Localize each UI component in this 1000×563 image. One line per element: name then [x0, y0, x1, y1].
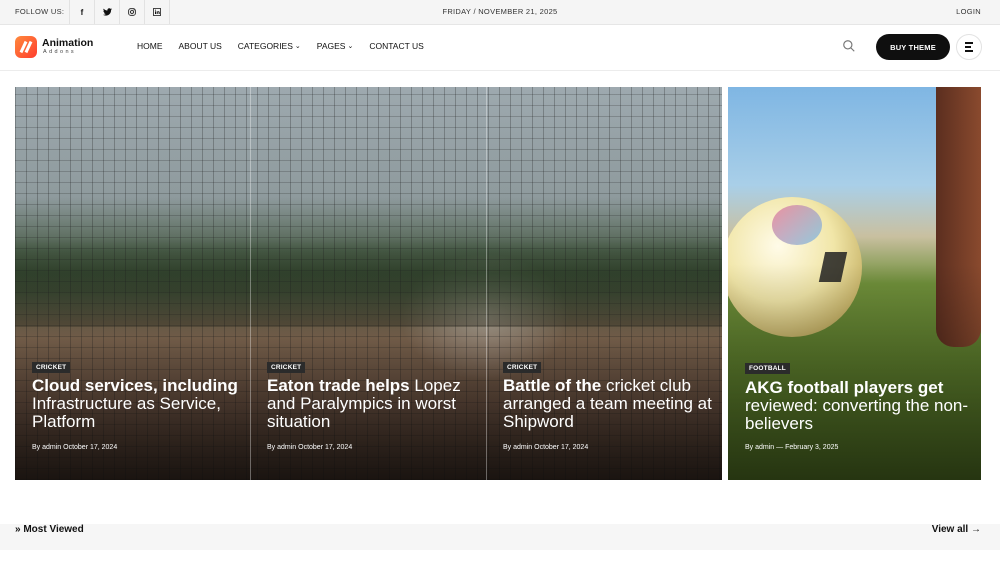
post-meta: By admin October 17, 2024 [32, 444, 118, 451]
nav-about-us[interactable]: ABOUT US [179, 41, 222, 51]
search-icon[interactable] [842, 39, 856, 53]
logo-subtitle: Addons [43, 49, 77, 55]
chevron-down-icon: ⌄ [294, 43, 301, 50]
post-title[interactable]: Cloud services, including Infrastructure… [32, 377, 242, 431]
nav-categories[interactable]: CATEGORIES ⌄ [238, 41, 301, 51]
view-all-link[interactable]: View all → [932, 524, 981, 535]
logo-icon[interactable] [15, 36, 37, 58]
nav-contact-us[interactable]: CONTACT US [369, 41, 423, 51]
nav-label: HOME [137, 41, 163, 51]
logo-title[interactable]: Animation [42, 37, 93, 49]
post-meta: By admin — February 3, 2025 [745, 444, 839, 451]
post-title[interactable]: AKG football players get reviewed: conve… [745, 379, 970, 433]
category-badge[interactable]: FOOTBALL [745, 363, 790, 374]
arrow-right-icon: → [971, 524, 981, 535]
post-title[interactable]: Battle of the cricket club arranged a te… [503, 377, 713, 431]
post-meta: By admin October 17, 2024 [267, 444, 353, 451]
hero-slider-main: CRICKET Cloud services, including Infras… [15, 87, 722, 480]
current-date: FRIDAY / NOVEMBER 21, 2025 [442, 7, 558, 16]
top-bar: FOLLOW US: f FRIDAY / NOVEMBER 21, 2025 … [0, 0, 1000, 25]
most-viewed-section: » Most Viewed View all → [0, 524, 1000, 550]
login-link[interactable]: LOGIN [956, 7, 981, 16]
post-card[interactable]: CRICKET Battle of the cricket club arran… [486, 87, 722, 480]
category-badge[interactable]: CRICKET [503, 362, 542, 373]
nav-home[interactable]: HOME [137, 41, 163, 51]
main-nav: HOME ABOUT US CATEGORIES ⌄ PAGES ⌄ CONTACT… [137, 41, 440, 51]
site-header: Animation Addons HOME ABOUT US CATEGORIE… [0, 25, 1000, 71]
category-badge[interactable]: CRICKET [267, 362, 306, 373]
side-post-card[interactable]: FOOTBALL AKG football players get review… [728, 87, 981, 480]
post-meta: By admin October 17, 2024 [503, 444, 589, 451]
post-card[interactable]: CRICKET Eaton trade helps Lopez and Para… [250, 87, 486, 480]
category-badge[interactable]: CRICKET [32, 362, 71, 373]
double-chevron-icon: » [15, 524, 21, 535]
nav-pages[interactable]: PAGES ⌄ [317, 41, 354, 51]
post-card[interactable]: CRICKET Cloud services, including Infras… [15, 87, 250, 480]
hamburger-menu-icon[interactable] [956, 34, 982, 60]
buy-theme-button[interactable]: BUY THEME [876, 34, 950, 60]
nav-label: ABOUT US [178, 41, 222, 51]
chevron-down-icon: ⌄ [347, 43, 354, 50]
nav-label: PAGES [316, 41, 346, 51]
post-title[interactable]: Eaton trade helps Lopez and Paralympics … [267, 377, 477, 431]
nav-label: CATEGORIES [237, 41, 293, 51]
section-title: » Most Viewed [15, 524, 84, 535]
nav-label: CONTACT US [369, 41, 424, 51]
